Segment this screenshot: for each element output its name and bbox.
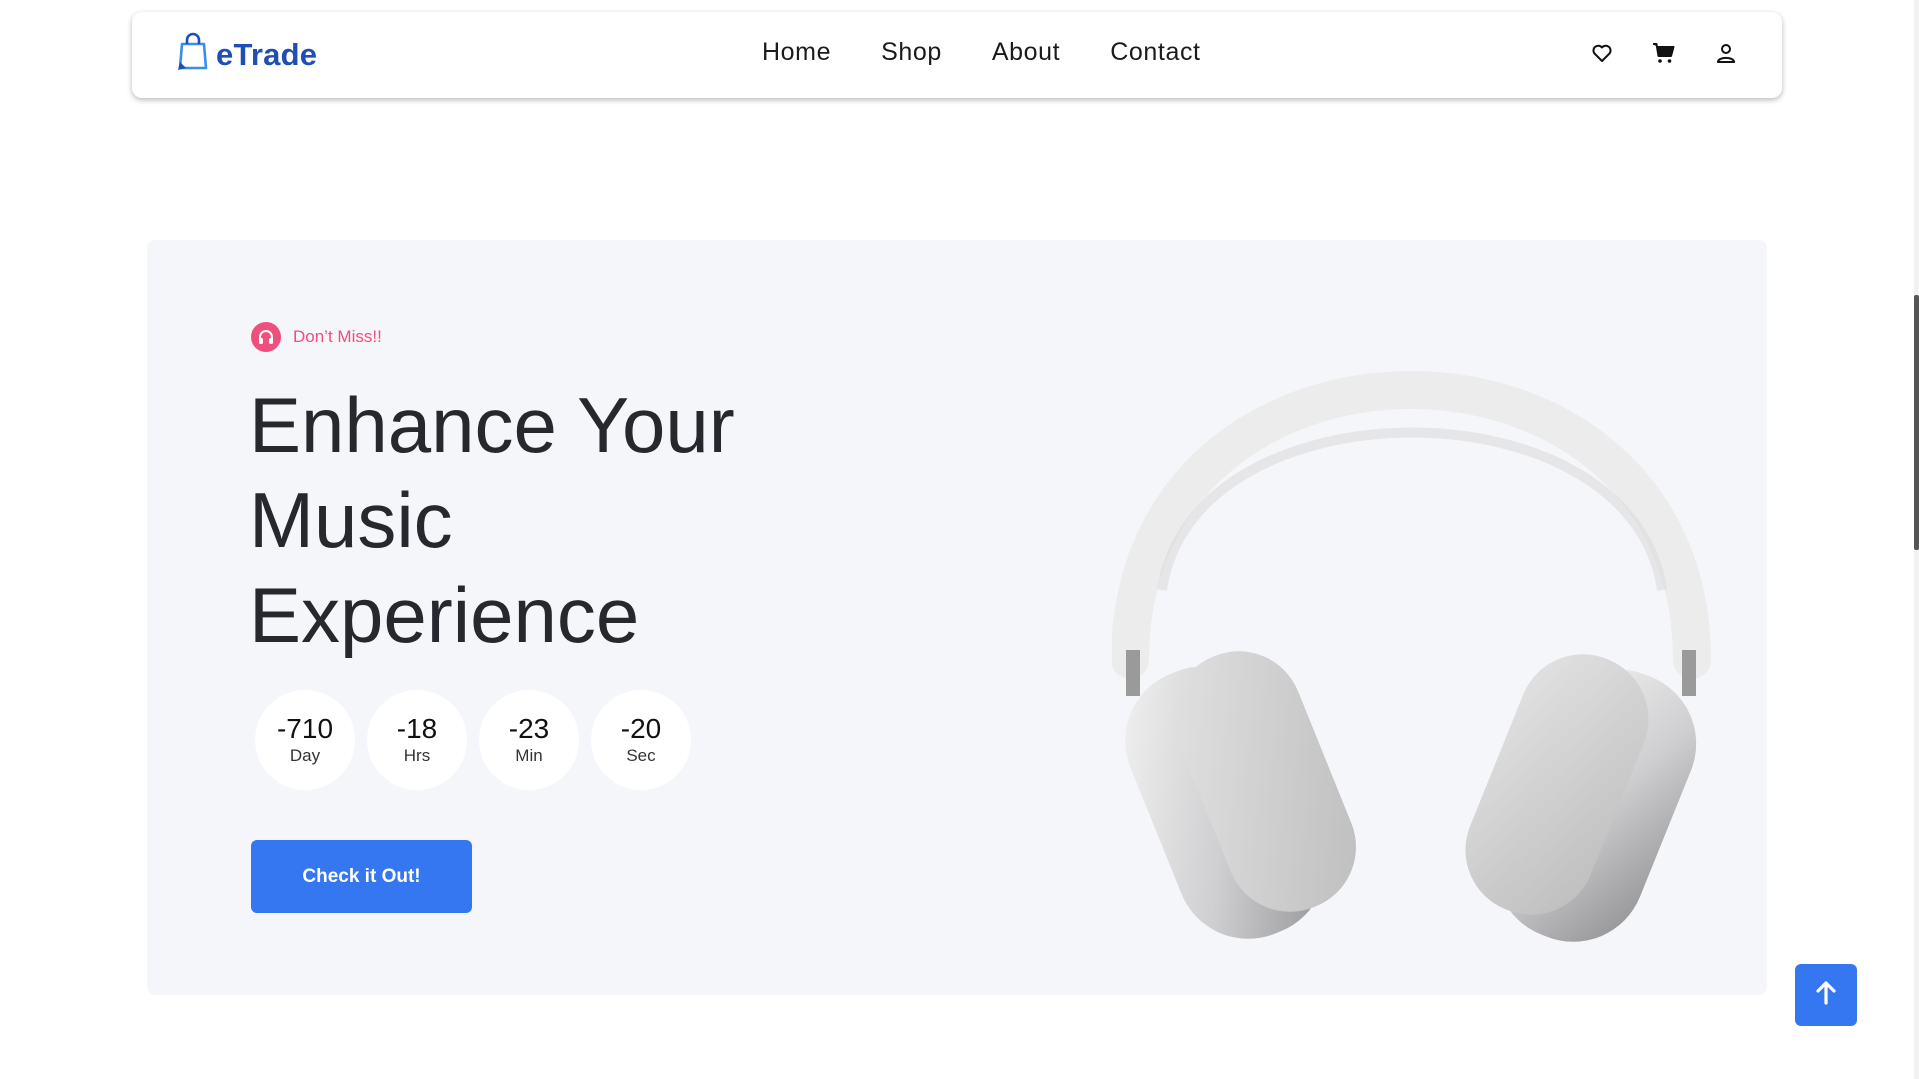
scroll-to-top-button[interactable] <box>1795 964 1857 1026</box>
countdown-minutes: -23 Min <box>479 690 579 790</box>
countdown-timer: -710 Day -18 Hrs -23 Min -20 Sec <box>255 690 691 790</box>
page-scrollbar[interactable] <box>1914 0 1919 1079</box>
cart-icon[interactable] <box>1652 41 1676 65</box>
countdown-value: -20 <box>620 713 662 744</box>
logo-text: eTrade <box>216 36 318 72</box>
countdown-hours: -18 Hrs <box>367 690 467 790</box>
nav-shop[interactable]: Shop <box>881 38 942 67</box>
countdown-label: Sec <box>626 746 656 765</box>
countdown-label: Hrs <box>403 746 431 765</box>
nav-about[interactable]: About <box>992 38 1060 67</box>
user-icon[interactable] <box>1714 41 1738 65</box>
countdown-value: -23 <box>508 713 550 744</box>
countdown-day: -710 Day <box>255 690 355 790</box>
countdown-seconds: -20 Sec <box>591 690 691 790</box>
countdown-value: -18 <box>396 713 438 744</box>
header-actions <box>1590 41 1738 65</box>
heart-icon[interactable] <box>1590 41 1614 65</box>
hero-title: Enhance Your Music Experience <box>249 381 735 659</box>
hero-banner: Don’t Miss!! Enhance Your Music Experien… <box>147 240 1767 995</box>
promo-tag-text: Don’t Miss!! <box>293 327 382 346</box>
check-it-out-button[interactable]: Check it Out! <box>251 840 472 913</box>
main-nav: Home Shop About Contact <box>762 38 1201 67</box>
scrollbar-thumb[interactable] <box>1914 295 1919 550</box>
arrow-up-icon <box>1813 980 1839 1011</box>
headphones-icon <box>251 322 281 352</box>
promo-tag: Don’t Miss!! <box>251 322 382 352</box>
logo[interactable]: eTrade <box>176 32 317 77</box>
headphones-product-image <box>1111 360 1712 1000</box>
nav-contact[interactable]: Contact <box>1110 38 1200 67</box>
countdown-value: -710 <box>276 713 334 744</box>
site-header: eTrade Home Shop About Contact <box>132 12 1782 98</box>
nav-home[interactable]: Home <box>762 38 831 67</box>
countdown-label: Day <box>289 746 321 765</box>
countdown-label: Min <box>515 746 543 765</box>
shopping-bag-logo-icon <box>176 32 210 77</box>
